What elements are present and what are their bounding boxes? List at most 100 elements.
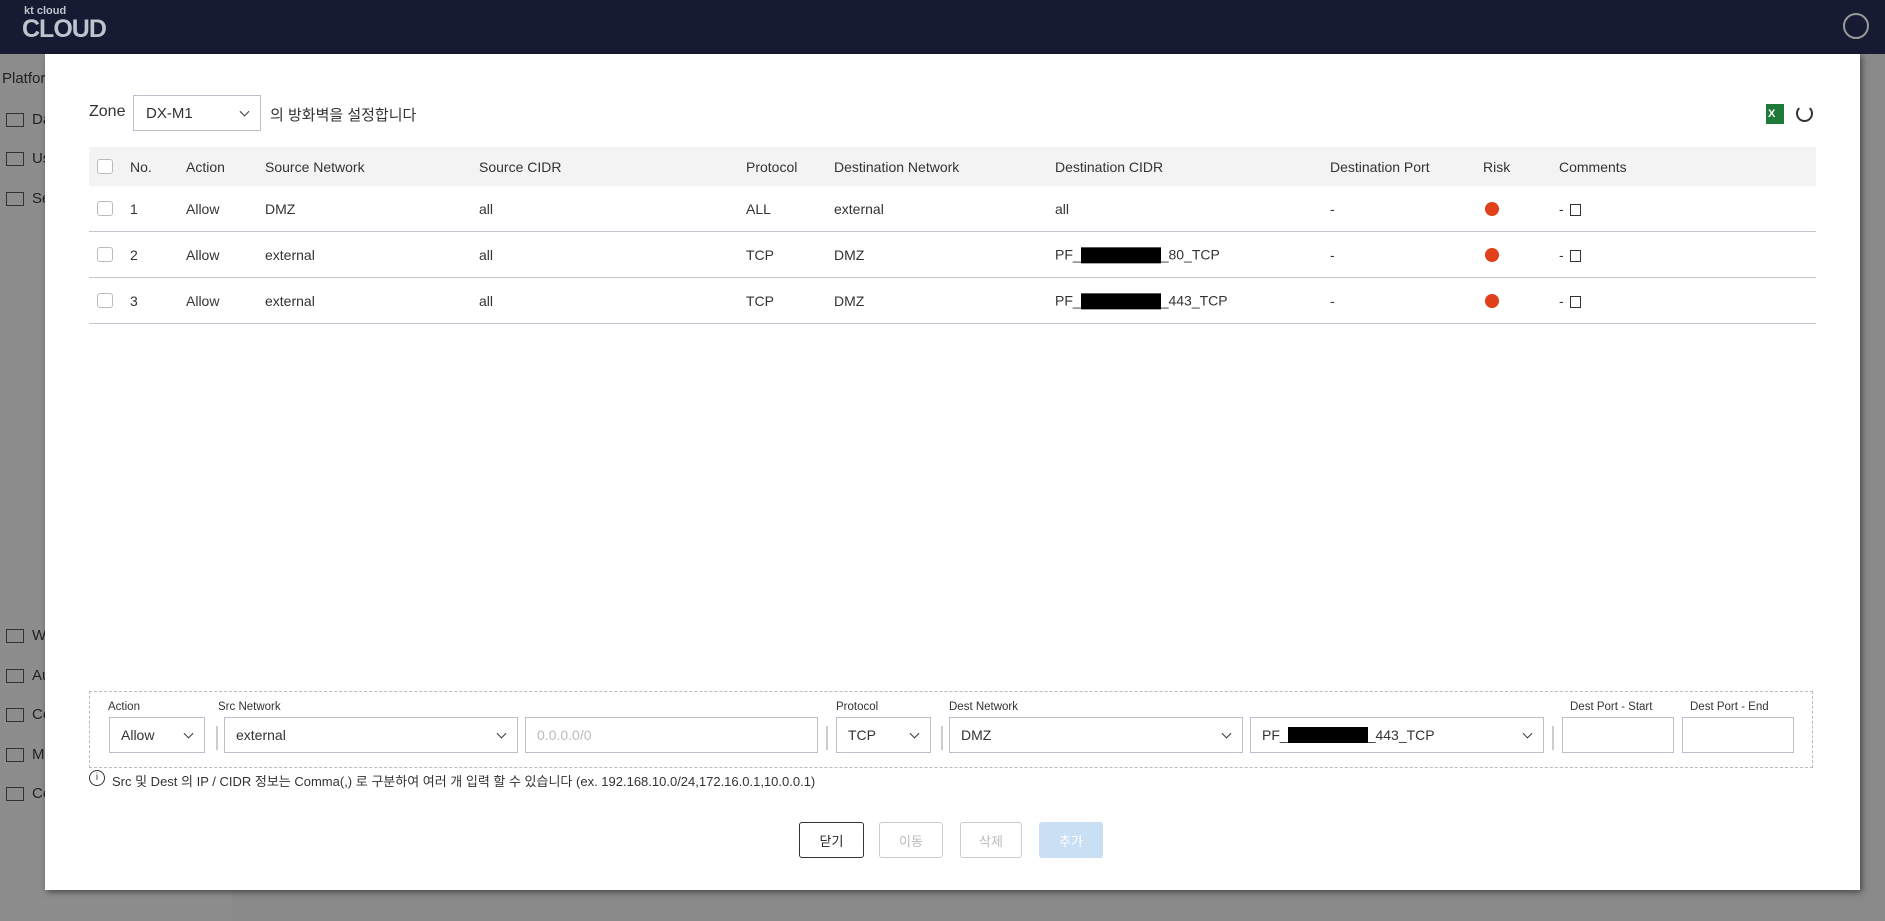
dest-network-label: Dest Network: [949, 701, 1019, 713]
console-icon: [6, 787, 24, 802]
row-checkbox[interactable]: [97, 293, 113, 308]
delete-button[interactable]: 삭제: [960, 822, 1022, 858]
col-protocol: Protocol: [746, 158, 798, 175]
user-circle-icon[interactable]: [1843, 13, 1869, 39]
cell-dest-net: external: [834, 200, 884, 217]
info-icon: i: [89, 770, 105, 786]
chevron-down-icon: [1522, 728, 1533, 739]
chevron-down-icon: [183, 728, 194, 739]
close-button[interactable]: 닫기: [799, 822, 864, 858]
cell-src-cidr: all: [479, 246, 494, 263]
cell-src-net: external: [265, 292, 315, 309]
add-rule-form: Action Allow Src Network external 0.0.0.…: [89, 691, 1813, 768]
risk-indicator: [1485, 247, 1499, 262]
col-no: No.: [130, 158, 152, 175]
row-checkbox[interactable]: [97, 247, 113, 262]
separator: [216, 726, 218, 750]
risk-indicator: [1485, 293, 1499, 308]
edit-icon[interactable]: [1569, 249, 1581, 262]
cell-action: Allow: [186, 246, 220, 263]
table-header: No. Action Source Network Source CIDR Pr…: [89, 147, 1816, 186]
col-comments: Comments: [1559, 158, 1627, 175]
zone-suffix-text: 의 방화벽을 설정합니다: [270, 107, 417, 124]
col-source-cidr: Source CIDR: [479, 158, 562, 175]
dest-port-start-input[interactable]: [1562, 717, 1674, 753]
cell-no: 3: [130, 292, 138, 309]
col-source-network: Source Network: [265, 158, 365, 175]
cell-comments: -: [1559, 247, 1581, 263]
row-checkbox[interactable]: [97, 201, 113, 216]
col-risk: Risk: [1483, 158, 1511, 175]
firewall-modal: Zone DX-M1 의 방화벽을 설정합니다 X No. Action Sou…: [45, 54, 1860, 890]
protocol-select[interactable]: TCP: [836, 717, 931, 753]
src-network-label: Src Network: [218, 701, 281, 713]
dest-port-end-input[interactable]: [1682, 717, 1794, 753]
dest-port-end-label: Dest Port - End: [1690, 701, 1769, 713]
zone-select[interactable]: DX-M1: [133, 95, 261, 131]
edit-icon[interactable]: [1569, 203, 1581, 216]
cell-src-cidr: all: [479, 292, 494, 309]
sidebar-item-au[interactable]: Au: [6, 667, 50, 684]
cell-comments: -: [1559, 201, 1581, 217]
sidebar-item-platform[interactable]: Platfor: [2, 70, 45, 87]
cell-dest-port: -: [1330, 292, 1335, 309]
cell-no: 1: [130, 200, 138, 217]
info-text: Src 및 Dest 의 IP / CIDR 정보는 Comma(,) 로 구분…: [112, 774, 816, 789]
top-bar: kt cloud CLOUD: [0, 0, 1885, 54]
cell-dest-net: DMZ: [834, 246, 865, 263]
cell-action: Allow: [186, 292, 220, 309]
table-row[interactable]: 1 Allow DMZ all ALL external all - -: [89, 186, 1816, 232]
src-network-select[interactable]: external: [224, 717, 518, 753]
col-action: Action: [186, 158, 225, 175]
table-row[interactable]: 3 Allow external all TCP DMZ PF_ _443_TCP - -: [89, 278, 1816, 324]
kt-cloud-logo[interactable]: kt cloud CLOUD: [22, 6, 107, 42]
cell-dest-cidr: all: [1055, 200, 1070, 217]
dashboard-icon: [6, 113, 24, 128]
sidebar-item-users[interactable]: Us: [6, 150, 50, 167]
redacted-block: [1080, 247, 1161, 264]
protocol-label: Protocol: [836, 701, 879, 713]
action-label: Action: [108, 701, 140, 713]
redacted-block: [1287, 727, 1368, 743]
col-destination-port: Destination Port: [1330, 158, 1430, 175]
chevron-down-icon: [1221, 728, 1232, 739]
chevron-down-icon: [496, 728, 507, 739]
separator: [1552, 726, 1554, 750]
dest-network-select[interactable]: DMZ: [949, 717, 1243, 753]
cell-protocol: TCP: [746, 292, 774, 309]
cell-dest-cidr: PF_ _80_TCP: [1055, 245, 1220, 264]
action-select[interactable]: Allow: [109, 717, 205, 753]
cell-protocol: ALL: [746, 200, 771, 217]
excel-icon[interactable]: X: [1766, 104, 1784, 124]
refresh-icon[interactable]: [1796, 105, 1813, 122]
cell-src-net: DMZ: [265, 200, 296, 217]
col-destination-network: Destination Network: [834, 158, 960, 175]
cell-src-cidr: all: [479, 200, 494, 217]
cell-dest-cidr: PF_ _443_TCP: [1055, 291, 1228, 310]
cell-dest-net: DMZ: [834, 292, 865, 309]
table-row[interactable]: 2 Allow external all TCP DMZ PF_ _80_TCP - -: [89, 232, 1816, 278]
certificate-icon: [6, 708, 24, 723]
sidebar-item-service[interactable]: Se: [6, 190, 50, 207]
cell-src-net: external: [265, 246, 315, 263]
server-icon: [6, 192, 24, 207]
move-button[interactable]: 이동: [879, 822, 943, 858]
chevron-down-icon: [909, 728, 920, 739]
monitor-icon: [6, 629, 24, 644]
add-button[interactable]: 추가: [1039, 822, 1103, 858]
chevron-down-icon: [239, 106, 250, 117]
cloud-icon: [6, 748, 24, 763]
cell-protocol: TCP: [746, 246, 774, 263]
separator: [826, 726, 828, 750]
cell-comments: -: [1559, 293, 1581, 309]
redacted-block: [1080, 293, 1161, 310]
cell-no: 2: [130, 246, 138, 263]
zone-label: Zone: [89, 103, 126, 120]
dest-port-start-label: Dest Port - Start: [1570, 701, 1653, 713]
edit-icon[interactable]: [1569, 295, 1581, 308]
dest-cidr-select[interactable]: PF_ _443_TCP: [1250, 717, 1544, 753]
users-icon: [6, 152, 24, 167]
col-destination-cidr: Destination CIDR: [1055, 158, 1164, 175]
select-all-checkbox[interactable]: [97, 159, 113, 174]
src-cidr-input[interactable]: 0.0.0.0/0: [525, 717, 818, 753]
